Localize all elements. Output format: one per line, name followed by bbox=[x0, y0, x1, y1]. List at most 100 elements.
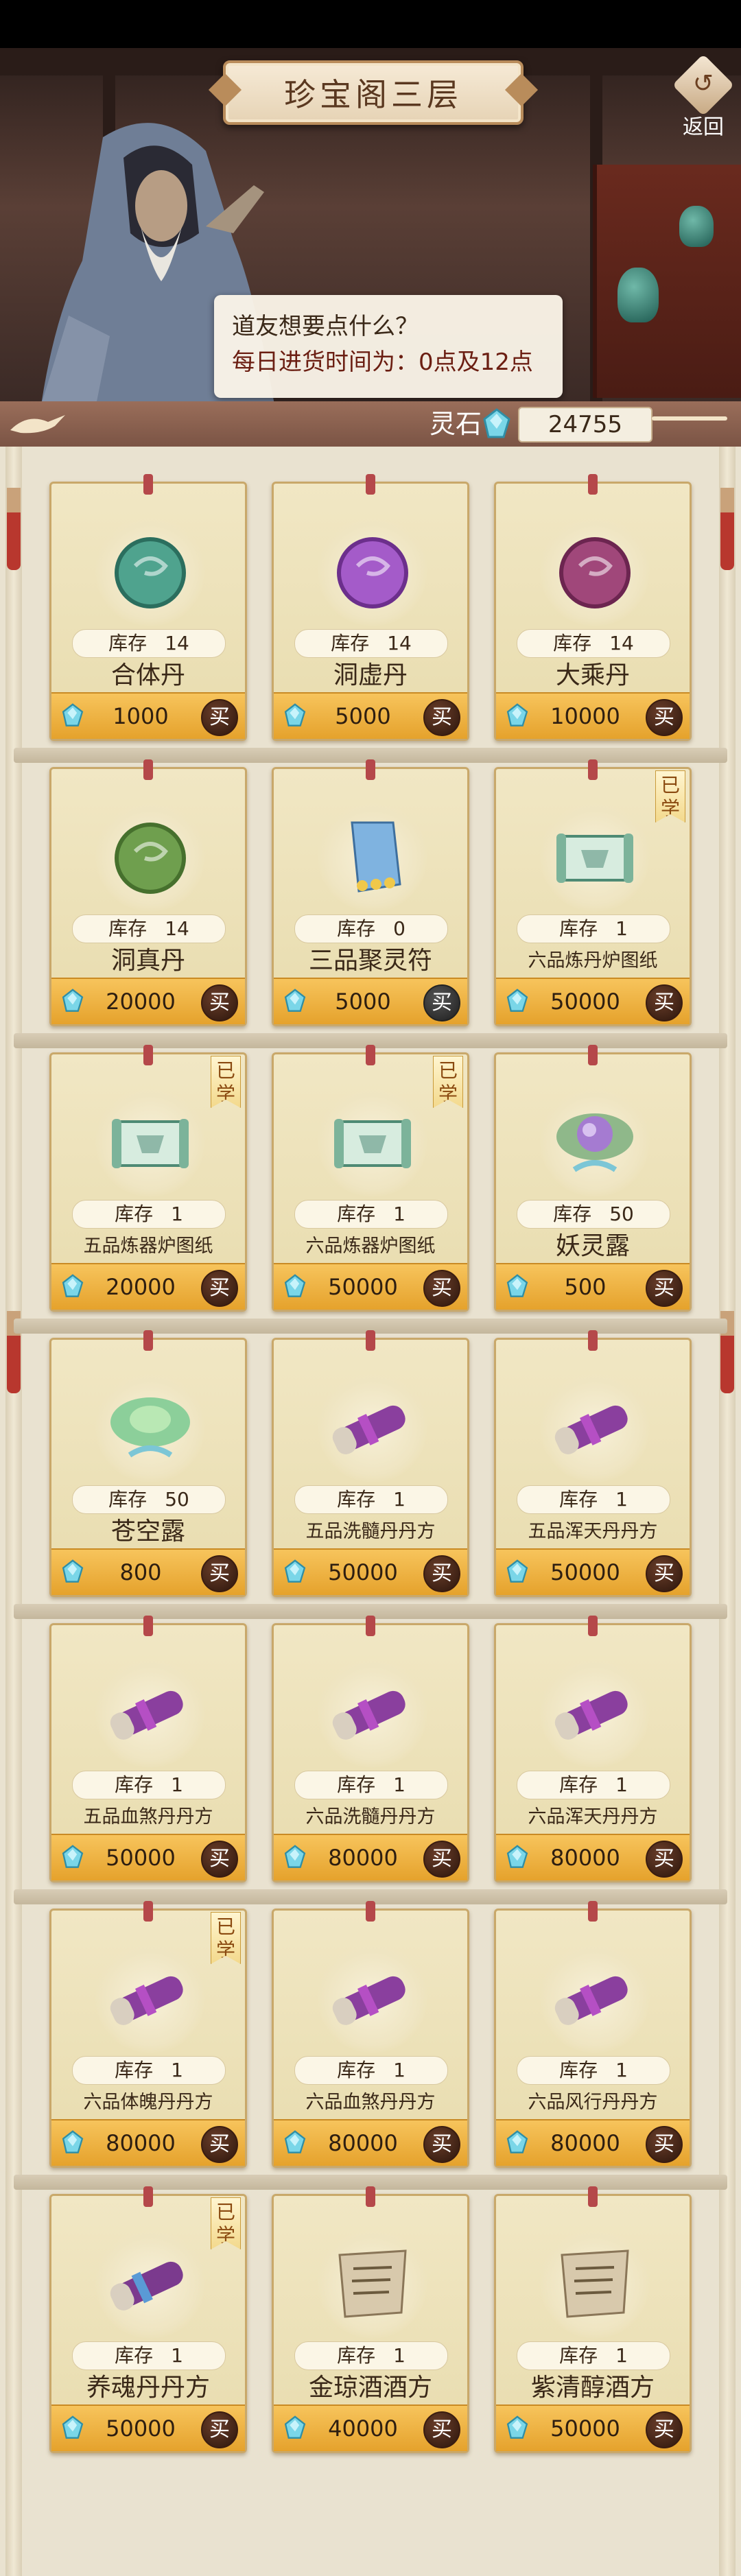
shop-item-card[interactable]: 库存 14 洞真丹 20000 买 bbox=[49, 759, 247, 1026]
stock-count: 库存 1 bbox=[294, 2056, 448, 2085]
buy-button[interactable]: 买 bbox=[201, 1270, 238, 1307]
shop-item-card[interactable]: 库存 1 金琼酒酒方 40000 买 bbox=[272, 2186, 469, 2453]
hanging-hook bbox=[366, 759, 375, 780]
hanging-hook bbox=[366, 1901, 375, 1922]
shop-item-card[interactable]: 已学 库存 1 六品体魄丹丹方 80000 买 bbox=[49, 1901, 247, 2168]
stock-count: 库存 1 bbox=[517, 2056, 670, 2085]
buy-button[interactable]: 买 bbox=[646, 1555, 683, 1592]
item-price: 80000 bbox=[550, 2130, 620, 2156]
item-name: 三品聚灵符 bbox=[308, 947, 432, 975]
buy-button[interactable]: 买 bbox=[201, 1841, 238, 1878]
stock-count: 库存 50 bbox=[517, 1200, 670, 1229]
green-lotus-icon bbox=[102, 1380, 198, 1476]
back-button[interactable]: ↺ 返回 bbox=[672, 54, 735, 139]
shop-item-card[interactable]: 已学 库存 1 五品炼器炉图纸 20000 买 bbox=[49, 1045, 247, 1312]
shop-item-card[interactable]: 库存 1 紫清醇酒方 50000 买 bbox=[494, 2186, 692, 2453]
item-price: 500 bbox=[564, 1274, 607, 1300]
stock-label: 库存 bbox=[559, 917, 598, 940]
dialog-greeting: 道友想要点什么？ bbox=[232, 313, 419, 340]
stock-label: 库存 bbox=[553, 1203, 592, 1225]
spirit-stone-icon bbox=[283, 1273, 307, 1302]
back-icon: ↺ bbox=[672, 54, 735, 117]
shop-item-card[interactable]: 库存 1 五品血煞丹丹方 50000 买 bbox=[49, 1616, 247, 1882]
buy-button[interactable]: 买 bbox=[646, 2126, 683, 2163]
paper-recipe-icon bbox=[325, 2236, 421, 2332]
back-label: 返回 bbox=[683, 115, 724, 139]
stock-label: 库存 bbox=[115, 1203, 154, 1225]
shop-item-card[interactable]: 库存 1 五品浑天丹丹方 50000 买 bbox=[494, 1330, 692, 1597]
shop-item-card[interactable]: 库存 14 合体丹 1000 买 bbox=[49, 474, 247, 741]
shop-item-card[interactable]: 库存 1 六品浑天丹丹方 80000 买 bbox=[494, 1616, 692, 1882]
cloud-ornament bbox=[652, 416, 727, 421]
price-bar: 10000 买 bbox=[496, 692, 690, 739]
item-name: 大乘丹 bbox=[555, 661, 630, 689]
learned-badge: 已学 bbox=[211, 2197, 241, 2249]
cabinet-shelf bbox=[593, 165, 741, 398]
buy-button[interactable]: 买 bbox=[423, 1841, 460, 1878]
stock-value: 1 bbox=[171, 2059, 183, 2081]
shop-item-card[interactable]: 库存 1 五品洗髓丹丹方 50000 买 bbox=[272, 1330, 469, 1597]
buy-button[interactable]: 买 bbox=[201, 2126, 238, 2163]
buy-button[interactable]: 买 bbox=[201, 984, 238, 1021]
currency-value: 24755 bbox=[518, 407, 652, 442]
buy-button[interactable]: 买 bbox=[423, 2411, 460, 2448]
item-price: 20000 bbox=[106, 1274, 176, 1300]
spirit-stone-icon bbox=[283, 702, 307, 731]
hanging-hook bbox=[143, 1616, 153, 1636]
hanging-hook bbox=[366, 1330, 375, 1351]
item-name: 六品炼丹炉图纸 bbox=[528, 950, 658, 971]
shop-item-card[interactable]: 库存 14 大乘丹 10000 买 bbox=[494, 474, 692, 741]
stock-value: 1 bbox=[393, 2059, 405, 2081]
buy-button[interactable]: 买 bbox=[201, 2411, 238, 2448]
buy-button[interactable]: 买 bbox=[423, 984, 460, 1021]
shop-item-card[interactable]: 库存 1 六品洗髓丹丹方 80000 买 bbox=[272, 1616, 469, 1882]
item-name: 五品炼器炉图纸 bbox=[83, 1236, 213, 1257]
spirit-stone-icon bbox=[61, 1273, 84, 1302]
shop-item-card[interactable]: 已学 库存 1 六品炼丹炉图纸 50000 买 bbox=[494, 759, 692, 1026]
shop-item-card[interactable]: 库存 1 六品风行丹丹方 80000 买 bbox=[494, 1901, 692, 2168]
price-bar: 500 买 bbox=[496, 1263, 690, 1310]
price-bar: 50000 买 bbox=[51, 2404, 245, 2451]
shop-grid[interactable]: 库存 14 合体丹 1000 买库存 14 洞虚丹 5000 买库存 14 大乘丹 10000 买库存 1… bbox=[0, 447, 741, 2576]
buy-button[interactable]: 买 bbox=[201, 699, 238, 736]
buy-button[interactable]: 买 bbox=[423, 1555, 460, 1592]
buy-button[interactable]: 买 bbox=[201, 1555, 238, 1592]
buy-button[interactable]: 买 bbox=[646, 2411, 683, 2448]
shop-item-card[interactable]: 库存 50 苍空露 800 买 bbox=[49, 1330, 247, 1597]
buy-button[interactable]: 买 bbox=[646, 1841, 683, 1878]
shop-item-card[interactable]: 库存 50 妖灵露 500 买 bbox=[494, 1045, 692, 1312]
buy-button[interactable]: 买 bbox=[423, 1270, 460, 1307]
shop-item-card[interactable]: 库存 0 三品聚灵符 5000 买 bbox=[272, 759, 469, 1026]
item-price: 80000 bbox=[106, 2130, 176, 2156]
stock-value: 1 bbox=[171, 2344, 183, 2367]
dialog-restock-time: 每日进货时间为：0点及12点 bbox=[232, 348, 533, 376]
item-name: 妖灵露 bbox=[555, 1232, 630, 1260]
recipe-scroll-icon bbox=[547, 1950, 643, 2046]
stock-label: 库存 bbox=[337, 1773, 376, 1796]
buy-button[interactable]: 买 bbox=[646, 1270, 683, 1307]
buy-button[interactable]: 买 bbox=[423, 699, 460, 736]
buy-button[interactable]: 买 bbox=[646, 984, 683, 1021]
hanging-hook bbox=[143, 474, 153, 495]
spirit-stone-icon bbox=[506, 2415, 529, 2444]
stock-value: 50 bbox=[609, 1203, 634, 1225]
shop-item-card[interactable]: 已学 库存 1 养魂丹丹方 50000 买 bbox=[49, 2186, 247, 2453]
price-bar: 50000 买 bbox=[51, 1834, 245, 1880]
item-price: 80000 bbox=[550, 1845, 620, 1871]
price-bar: 50000 买 bbox=[496, 2404, 690, 2451]
recipe-scroll-icon bbox=[547, 1665, 643, 1761]
stock-value: 1 bbox=[393, 1488, 405, 1511]
stock-label: 库存 bbox=[337, 2344, 376, 2367]
stock-count: 库存 1 bbox=[294, 1200, 448, 1229]
buy-button[interactable]: 买 bbox=[423, 2126, 460, 2163]
stock-count: 库存 14 bbox=[72, 629, 226, 658]
price-bar: 20000 买 bbox=[51, 978, 245, 1024]
shop-item-card[interactable]: 已学 库存 1 六品炼器炉图纸 50000 买 bbox=[272, 1045, 469, 1312]
shop-item-card[interactable]: 库存 14 洞虚丹 5000 买 bbox=[272, 474, 469, 741]
price-bar: 5000 买 bbox=[274, 692, 467, 739]
stock-value: 1 bbox=[615, 1488, 628, 1511]
buy-button[interactable]: 买 bbox=[646, 699, 683, 736]
price-bar: 50000 买 bbox=[496, 978, 690, 1024]
spirit-stone-icon bbox=[283, 988, 307, 1017]
shop-item-card[interactable]: 库存 1 六品血煞丹丹方 80000 买 bbox=[272, 1901, 469, 2168]
